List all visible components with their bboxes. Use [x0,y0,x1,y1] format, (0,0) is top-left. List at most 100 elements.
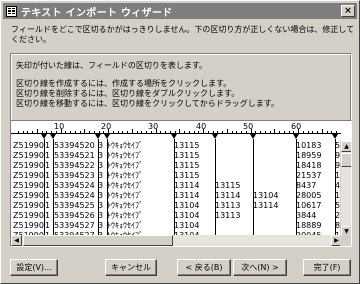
window-title: テキスト インポート ウィザード [21,7,173,19]
table-cell: ﾄｳｷｮｳｾｲﾌﾞ [107,151,143,160]
instruction-line-4: 区切り線を移動するには、区切り線をクリックしてからドラッグします。 [16,99,279,108]
table-cell: 13115 [174,151,200,160]
table-cell: 3844 [296,211,317,220]
ruler-tick [165,131,166,134]
table-row: Z519901533945263ﾄｳｷｮｳｾｲﾌﾞ131041311338442… [13,211,345,221]
table-cell: 3 [98,181,104,190]
ruler-tick [312,131,314,134]
table-cell: 1 [45,191,51,200]
close-button[interactable]: × [341,5,355,17]
ruler-tick [260,131,261,134]
scroll-up-arrow-icon[interactable]: ▲ [341,141,351,152]
next-button[interactable]: 次へ(N) > [233,259,287,276]
ruler-tick [60,129,62,134]
ruler-tick [283,131,285,134]
ruler-tick [193,131,195,134]
scroll-left-arrow-icon[interactable]: ◀ [11,235,22,246]
settings-button[interactable]: 設定(V)... [10,259,58,276]
ruler-tick [32,131,33,134]
ruler-tick [279,131,280,134]
table-cell: 1 [45,201,51,210]
ruler-tick [321,129,323,134]
ruler-tick [112,131,114,134]
table-cell: 13104 [174,221,200,230]
table-cell: 53394520 [54,141,95,150]
vertical-scroll-thumb[interactable] [341,153,351,167]
ruler-tick [179,129,181,134]
ruler-tick [198,131,200,134]
cancel-button[interactable]: キャンセル [105,259,157,276]
table-cell: 13114 [253,201,279,210]
horizontal-scrollbar[interactable]: ◀ ▶ [11,235,342,246]
ruler-tick [122,131,124,134]
back-button[interactable]: < 戻る(B) [177,259,231,276]
instruction-line-3: 区切り線を削除するには、区切り線をダブルクリックします。 [16,89,240,98]
ruler-tick [222,131,223,134]
ruler-tick [17,131,19,134]
ruler-label-20: 20 [101,122,112,131]
table-cell: 53394524 [54,191,95,200]
ruler-tick [269,131,271,134]
table-cell: 13104 [174,211,200,220]
ruler-tick [207,131,209,134]
table-row: Z51990 1 53394525 3 ﾄｳｷｮｳｾｲﾌﾞ 13104 13113 13114… [13,201,345,211]
ruler-tick [241,131,242,134]
instruction-line-1: 矢印が付いた線は、フィールドの区切りを表します。 [16,61,208,70]
table-cell: 18959 [296,151,322,160]
table-cell: 1 [45,221,51,230]
table-cell: ﾄｳｷｮｳｾｲﾌﾞ [107,201,143,210]
ruler-tick [65,131,67,134]
ruler-label-40: 40 [196,122,207,131]
table-cell: 13115 [174,161,200,170]
table-cell: 3 [98,201,104,210]
table-cell: 13104 [174,201,200,210]
table-cell: 21537 [296,171,322,180]
table-cell: Z51990 [13,221,44,230]
table-cell: 53394527 [54,221,95,230]
ruler-tick [127,131,128,134]
table-cell: Z51990 [13,201,44,210]
table-cell: ﾄｳｷｮｳｾｲﾌﾞ [107,141,143,150]
ruler-label-30: 30 [148,122,159,131]
table-cell: 53394524 [54,181,95,190]
table-cell: ﾄｳｷｮｳｾｲﾌﾞ [107,221,143,230]
ruler-tick [188,131,190,134]
table-cell: Z51990 [13,161,44,170]
ruler-label-50: 50 [243,122,254,131]
ruler-tick [131,129,133,134]
ruler-tick [326,131,328,134]
table-cell: 1 [45,181,51,190]
table-cell: 1 [45,141,51,150]
table-cell: Z51990 [13,141,44,150]
ruler-tick [245,131,247,134]
table-icon [6,5,17,17]
title-bar: テキスト インポート ウィザード × [3,3,357,19]
vertical-scrollbar[interactable]: ▲ ▼ [340,141,351,237]
table-cell: 1 [45,211,51,220]
table-row: Z519901533945213ﾄｳｷｮｳｾｲﾌﾞ131151895995 [13,151,345,161]
ruler-tick [160,131,162,134]
table-cell: 10183 [296,141,322,150]
table-cell: 13114 [174,191,200,200]
preview-rows: Z519901533945203ﾄｳｷｮｳｾｲﾌﾞ131151018351Z51… [13,141,345,241]
ruler-tick [117,131,119,134]
ruler-tick [79,131,81,134]
table-cell: 53394522 [54,161,95,170]
table-cell: 13115 [215,181,241,190]
table-cell: 13114 [215,191,241,200]
table-cell: ﾄｳｷｮｳｾｲﾌﾞ [107,171,143,180]
ruler-label-60: 60 [291,122,302,131]
ruler-label-10: 10 [54,122,65,131]
ruler-tick [70,131,71,134]
table-cell: Z51990 [13,211,44,220]
finish-button[interactable]: 完了(F) [303,259,351,276]
table-cell: 10617 [296,201,322,210]
ruler-tick [317,131,318,134]
ruler-tick [203,129,204,134]
table-cell: 28005 [296,191,322,200]
horizontal-scroll-thumb[interactable] [23,235,173,246]
data-preview[interactable]: 10 20 30 40 50 60 Z51990 1 53394520 3 ﾄｳｷｮｳｾ… [10,120,352,247]
ruler-tick [141,131,143,134]
table-cell: 13115 [174,171,200,180]
instructions-frame: 矢印が付いた線は、フィールドの区切りを表します。 区切り線を作成するには、作成す… [10,53,352,125]
